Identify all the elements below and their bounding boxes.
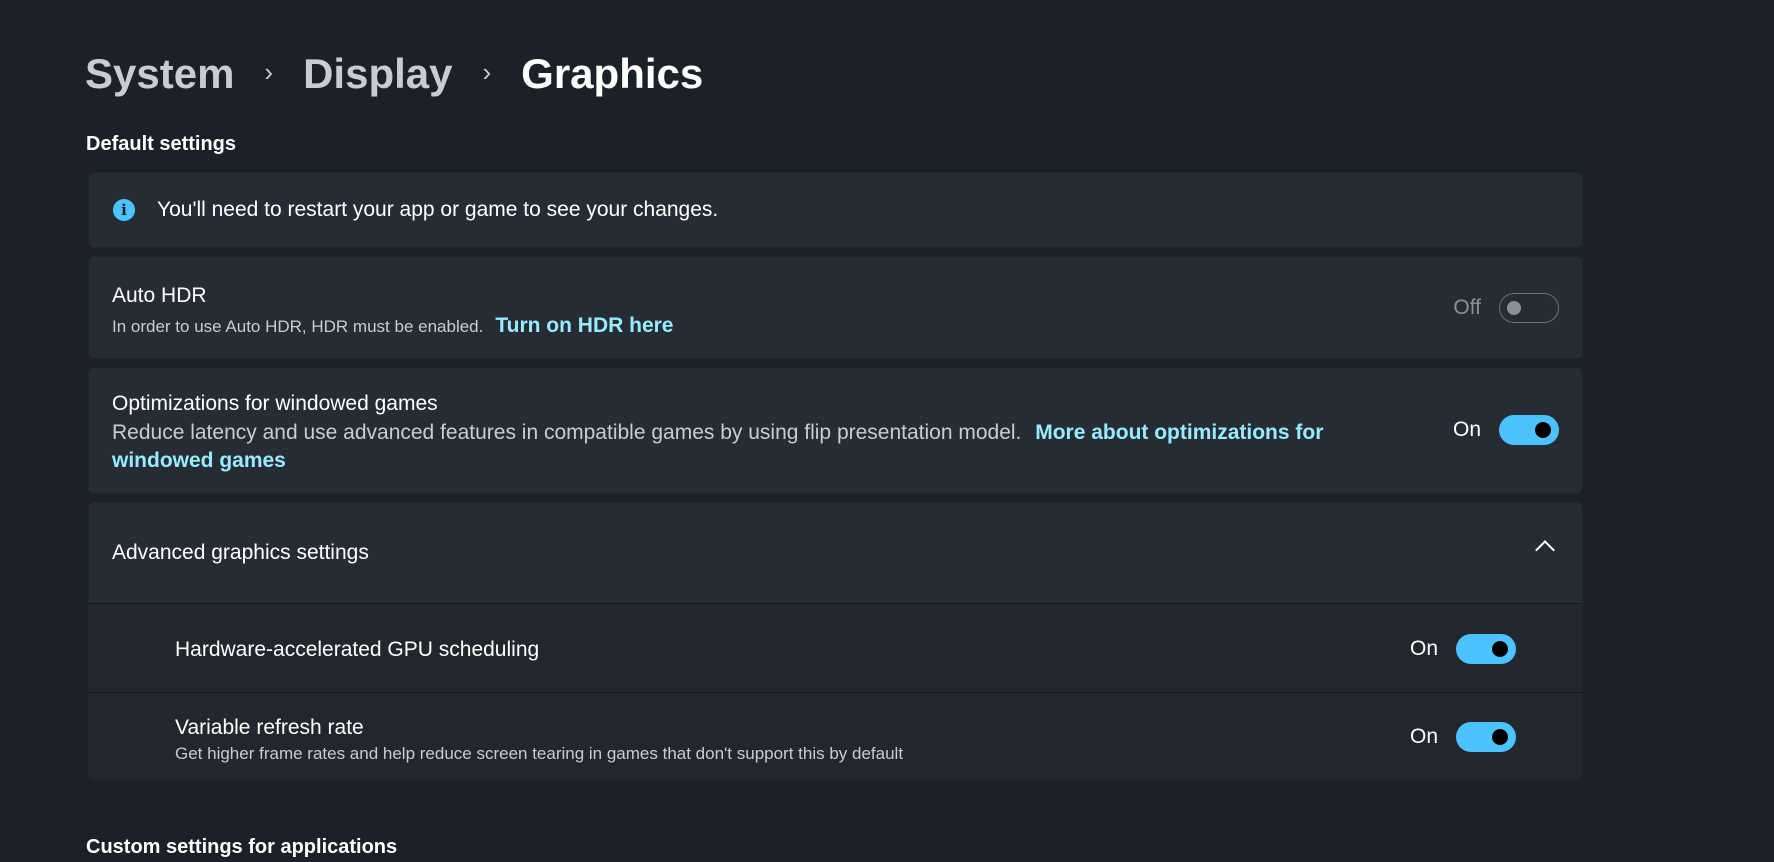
auto-hdr-description: In order to use Auto HDR, HDR must be en… (112, 317, 484, 336)
info-icon: i (113, 199, 135, 221)
gpu-scheduling-title: Hardware-accelerated GPU scheduling (175, 638, 540, 661)
custom-settings-heading: Custom settings for applications (86, 836, 398, 858)
variable-refresh-toggle[interactable] (1456, 722, 1516, 752)
windowed-games-card: Optimizations for windowed games Reduce … (88, 367, 1583, 494)
gpu-scheduling-toggle[interactable] (1456, 634, 1516, 664)
auto-hdr-card: Auto HDR In order to use Auto HDR, HDR m… (88, 256, 1583, 359)
gpu-scheduling-toggle-group: On (1410, 634, 1516, 664)
restart-info-card: i You'll need to restart your app or gam… (88, 172, 1583, 248)
advanced-graphics-title: Advanced graphics settings (112, 541, 369, 564)
variable-refresh-row: Variable refresh rate Get higher frame r… (88, 693, 1583, 781)
breadcrumb: System › Display › Graphics (85, 44, 703, 104)
windowed-games-toggle[interactable] (1499, 415, 1559, 445)
gpu-scheduling-row: Hardware-accelerated GPU scheduling On (88, 604, 1583, 693)
auto-hdr-toggle[interactable] (1499, 293, 1559, 323)
default-settings-heading: Default settings (86, 133, 237, 155)
toggle-knob (1492, 729, 1508, 745)
gpu-scheduling-state: On (1409, 637, 1438, 660)
chevron-up-icon[interactable] (1535, 540, 1555, 560)
toggle-knob (1492, 641, 1508, 657)
page-title: Graphics (521, 50, 704, 97)
advanced-graphics-expander[interactable]: Advanced graphics settings (88, 502, 1583, 604)
windowed-games-title: Optimizations for windowed games (112, 392, 438, 415)
breadcrumb-separator: › (482, 56, 492, 87)
restart-info-text: You'll need to restart your app or game … (157, 198, 719, 221)
breadcrumb-system[interactable]: System (85, 50, 234, 98)
variable-refresh-title: Variable refresh rate (175, 716, 364, 739)
breadcrumb-separator: › (264, 56, 274, 87)
windowed-games-description: Reduce latency and use advanced features… (112, 421, 1022, 444)
turn-on-hdr-link[interactable]: Turn on HDR here (495, 314, 673, 338)
variable-refresh-toggle-group: On (1410, 722, 1516, 752)
windowed-games-state: On (1452, 418, 1481, 441)
toggle-knob (1507, 301, 1521, 315)
variable-refresh-state: On (1409, 725, 1438, 748)
auto-hdr-state: Off (1453, 296, 1481, 319)
breadcrumb-display[interactable]: Display (303, 50, 452, 98)
toggle-knob (1535, 422, 1551, 438)
windowed-games-toggle-group: On (1453, 415, 1559, 445)
auto-hdr-toggle-group: Off (1453, 293, 1559, 323)
auto-hdr-title: Auto HDR (112, 284, 207, 307)
variable-refresh-description: Get higher frame rates and help reduce s… (175, 744, 904, 763)
